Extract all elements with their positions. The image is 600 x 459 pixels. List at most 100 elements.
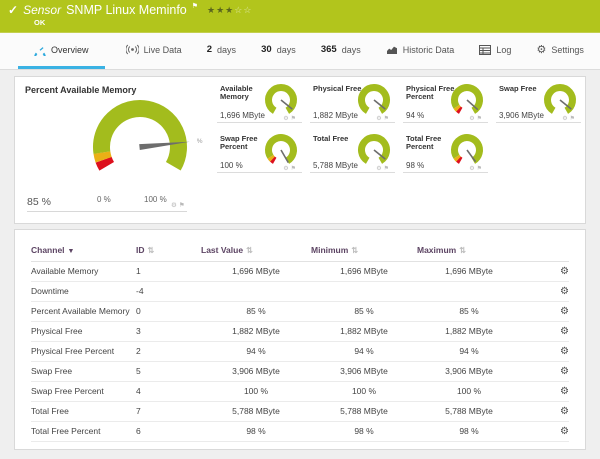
gauge-icon: [34, 44, 46, 56]
channel-id: 7: [136, 401, 201, 421]
channel-settings-gear-icon[interactable]: ⚙: [560, 266, 569, 277]
pin-icon[interactable]: ⚑: [291, 166, 298, 172]
table-row: Swap Free 5 3,906 MByte 3,906 MByte 3,90…: [31, 361, 569, 381]
sensor-title: SNMP Linux Meminfo: [66, 3, 187, 17]
tab-365-days[interactable]: 365 days: [317, 33, 365, 69]
pin-icon[interactable]: ⚑: [477, 116, 484, 122]
gear-icon[interactable]: ⚙: [469, 116, 476, 122]
mini-gauge-value: 3,906 MByte: [499, 111, 544, 120]
tab-settings[interactable]: ⚙ Settings: [533, 33, 588, 69]
channel-settings-gear-icon[interactable]: ⚙: [560, 326, 569, 337]
gear-icon[interactable]: ⚙: [283, 116, 290, 122]
stars-empty[interactable]: ☆☆: [234, 5, 252, 15]
last-value: 85 %: [201, 301, 311, 321]
col-header-minimum[interactable]: Minimum⇅: [311, 239, 417, 261]
maximum-value: 5,788 MByte: [417, 401, 521, 421]
gear-icon[interactable]: ⚙: [376, 116, 383, 122]
tab-overview[interactable]: Overview: [18, 33, 105, 69]
last-value: 1,882 MByte: [201, 321, 311, 341]
channel-settings-gear-icon[interactable]: ⚙: [560, 346, 569, 357]
col-header-id[interactable]: ID⇅: [136, 239, 201, 261]
gear-icon[interactable]: ⚙: [283, 166, 290, 172]
live-data-icon: [126, 44, 139, 55]
gear-icon[interactable]: ⚙: [171, 202, 179, 209]
divider: [217, 122, 302, 123]
status-badge: OK: [34, 18, 590, 27]
pin-icon[interactable]: ⚑: [477, 166, 484, 172]
mini-gauge-swap-free: Swap Free 3,906 MByte ⚙⚑: [492, 79, 585, 129]
gauge-corner-icons[interactable]: ⚙⚑: [562, 115, 577, 122]
gauge-corner-icons[interactable]: ⚙⚑: [171, 201, 187, 209]
last-value: 5,788 MByte: [201, 401, 311, 421]
empty-cell: [492, 129, 585, 179]
mini-gauge-label: Total Free: [313, 135, 348, 143]
pin-icon[interactable]: ⚑: [384, 166, 391, 172]
minimum-value: 94 %: [311, 341, 417, 361]
mini-gauge-label: Swap Free: [499, 85, 537, 93]
priority-stars[interactable]: ★★★☆☆: [207, 5, 252, 16]
main-gauge: %: [71, 83, 209, 210]
gauge-corner-icons[interactable]: ⚙⚑: [283, 165, 298, 172]
tab-live-data[interactable]: Live Data: [122, 33, 186, 69]
channel-settings-gear-icon[interactable]: ⚙: [560, 426, 569, 437]
tab-number: 30: [261, 44, 272, 55]
table-row: Available Memory 1 1,696 MByte 1,696 MBy…: [31, 261, 569, 281]
gauge-corner-icons[interactable]: ⚙⚑: [469, 115, 484, 122]
stars-filled[interactable]: ★★★: [207, 5, 234, 15]
tab-label: Log: [496, 45, 511, 55]
table-row: Percent Available Memory 0 85 % 85 % 85 …: [31, 301, 569, 321]
tab-label: days: [342, 45, 361, 55]
pin-icon[interactable]: ⚑: [291, 116, 298, 122]
tab-log[interactable]: Log: [475, 33, 515, 69]
last-value: [201, 281, 311, 301]
minimum-value: 5,788 MByte: [311, 401, 417, 421]
channel-id: 4: [136, 381, 201, 401]
minimum-value: 85 %: [311, 301, 417, 321]
gauge-corner-icons[interactable]: ⚙⚑: [469, 165, 484, 172]
divider: [496, 122, 581, 123]
gear-icon[interactable]: ⚙: [376, 166, 383, 172]
object-kind-label: Sensor: [23, 3, 61, 17]
sort-icon: ⇅: [148, 246, 155, 255]
gear-icon[interactable]: ⚙: [562, 116, 569, 122]
mini-gauge-label: Physical Free: [313, 85, 361, 93]
col-header-last-value[interactable]: Last Value⇅: [201, 239, 311, 261]
table-row: Swap Free Percent 4 100 % 100 % 100 % ⚙: [31, 381, 569, 401]
minimum-value: [311, 281, 417, 301]
channel-name: Available Memory: [31, 261, 136, 281]
flag-icon[interactable]: ⚑: [192, 2, 198, 10]
gear-icon[interactable]: ⚙: [469, 166, 476, 172]
gauge-corner-icons[interactable]: ⚙⚑: [376, 165, 391, 172]
col-header-actions: [521, 239, 569, 261]
sensor-header: ✓ Sensor SNMP Linux Meminfo ⚑ ★★★☆☆ OK: [0, 0, 600, 33]
tab-2-days[interactable]: 2 days: [203, 33, 240, 69]
gauge-corner-icons[interactable]: ⚙⚑: [283, 115, 298, 122]
tab-label: Historic Data: [403, 45, 455, 55]
col-header-channel[interactable]: Channel▼: [31, 239, 136, 261]
mini-gauge-total-free-percent: Total Free Percent 98 % ⚙⚑: [399, 129, 492, 179]
channel-settings-gear-icon[interactable]: ⚙: [560, 286, 569, 297]
tab-historic-data[interactable]: Historic Data: [382, 33, 459, 69]
tab-30-days[interactable]: 30 days: [257, 33, 300, 69]
channel-settings-gear-icon[interactable]: ⚙: [560, 406, 569, 417]
maximum-value: 98 %: [417, 421, 521, 441]
mini-gauge-value: 1,882 MByte: [313, 111, 358, 120]
pin-icon[interactable]: ⚑: [570, 116, 577, 122]
pin-icon[interactable]: ⚑: [384, 116, 391, 122]
channel-settings-gear-icon[interactable]: ⚙: [560, 366, 569, 377]
col-header-maximum[interactable]: Maximum⇅: [417, 239, 521, 261]
channel-name: Swap Free Percent: [31, 381, 136, 401]
pin-icon[interactable]: ⚑: [179, 202, 187, 209]
channel-settings-gear-icon[interactable]: ⚙: [560, 306, 569, 317]
mini-gauge-value: 1,696 MByte: [220, 111, 265, 120]
mini-gauge-value: 94 %: [406, 111, 424, 120]
channel-name: Total Free: [31, 401, 136, 421]
gauge-corner-icons[interactable]: ⚙⚑: [376, 115, 391, 122]
maximum-value: 1,696 MByte: [417, 261, 521, 281]
tab-number: 2: [207, 44, 212, 55]
last-value: 3,906 MByte: [201, 361, 311, 381]
mini-gauge-physical-free-percent: Physical Free Percent 94 % ⚙⚑: [399, 79, 492, 129]
channel-settings-gear-icon[interactable]: ⚙: [560, 386, 569, 397]
mini-gauge-grid: Available Memory 1,696 MByte ⚙⚑ Physical…: [213, 77, 585, 223]
chart-icon: [386, 44, 398, 55]
